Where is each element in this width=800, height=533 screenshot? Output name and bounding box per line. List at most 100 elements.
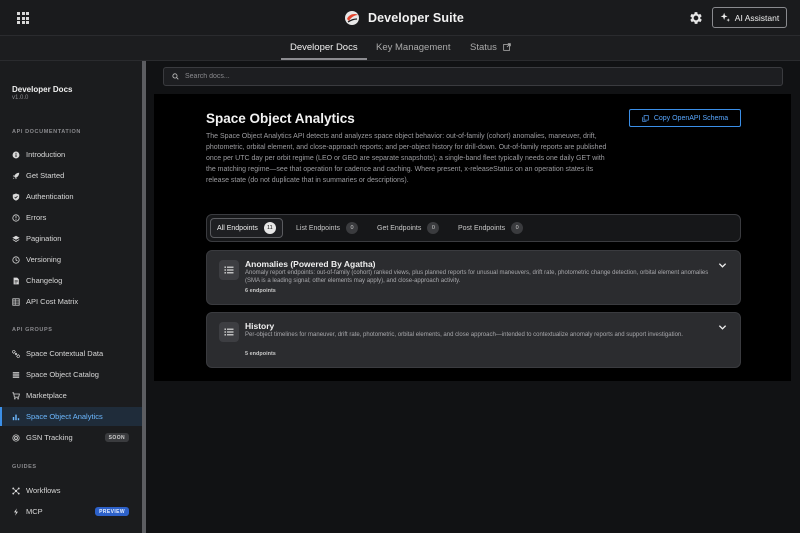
tab-developer-docs[interactable]: Developer Docs <box>290 42 358 53</box>
sidebar-item-space-object-catalog[interactable]: Space Object Catalog <box>0 365 142 384</box>
filter-count: 0 <box>427 222 440 234</box>
sidebar-item-api-cost-matrix[interactable]: API Cost Matrix <box>0 292 142 311</box>
workflow-icon <box>12 486 20 495</box>
layers-icon <box>12 235 20 242</box>
document-icon <box>13 277 19 284</box>
api-description: The Space Object Analytics API detects a… <box>206 133 607 184</box>
active-tab-indicator <box>281 58 367 60</box>
sidebar-item-space-object-analytics[interactable]: Space Object Analytics <box>0 407 142 426</box>
sidebar-item-versioning[interactable]: Versioning <box>0 250 142 269</box>
sidebar-section-heading: API GROUPS <box>12 327 53 333</box>
external-link-icon <box>502 43 511 51</box>
sidebar-item-errors[interactable]: Errors <box>0 208 142 227</box>
top-header: Developer Suite AI Assistant <box>0 0 800 36</box>
sidebar-item-workflows[interactable]: Workflows <box>0 481 142 500</box>
table-icon <box>12 297 20 306</box>
sidebar-item-label: Space Object Analytics <box>26 412 103 421</box>
copy-openapi-schema-button[interactable]: Copy OpenAPI Schema <box>629 109 741 127</box>
sidebar-item-changelog[interactable]: Changelog <box>0 271 142 290</box>
sidebar-item-mcp[interactable]: MCP PREVIEW <box>0 502 142 521</box>
sidebar-item-label: API Cost Matrix <box>26 297 79 306</box>
filter-label: Get Endpoints <box>377 224 422 232</box>
gear-icon[interactable] <box>688 10 704 26</box>
page-title: Space Object Analytics <box>206 111 355 126</box>
preview-badge: PREVIEW <box>95 507 129 516</box>
filter-post-endpoints[interactable]: Post Endpoints 0 <box>452 218 529 238</box>
endpoint-filter-bar: All Endpoints 11 List Endpoints 0 Get En… <box>206 214 741 242</box>
filter-label: Post Endpoints <box>458 224 506 232</box>
sidebar-item-introduction[interactable]: Introduction <box>0 145 142 164</box>
list-icon <box>224 328 234 336</box>
filter-label: List Endpoints <box>296 224 340 232</box>
brand-name: Developer Suite <box>368 11 464 25</box>
search-input[interactable] <box>185 73 745 80</box>
tab-status-label: Status <box>470 42 497 53</box>
satellite-icon <box>12 349 20 358</box>
filter-count: 0 <box>345 222 358 234</box>
app-grid-icon[interactable] <box>17 12 29 24</box>
filter-label: All Endpoints <box>217 224 258 232</box>
main-content: Space Object Analytics Copy OpenAPI Sche… <box>146 61 800 533</box>
soon-badge: SOON <box>104 433 129 442</box>
filter-all-endpoints[interactable]: All Endpoints 11 <box>210 218 283 238</box>
copy-icon <box>642 114 649 122</box>
search-box[interactable] <box>163 67 783 86</box>
sidebar-item-gsn-tracking[interactable]: GSN Tracking SOON <box>0 428 142 447</box>
endpoint-group-anomalies[interactable]: Anomalies (Powered By Agatha) Anomaly re… <box>206 250 741 305</box>
sidebar-item-authentication[interactable]: Authentication <box>0 187 142 206</box>
sidebar-item-label: Pagination <box>26 234 62 243</box>
filter-count: 0 <box>511 222 524 234</box>
sidebar-item-label: Errors <box>26 213 47 222</box>
tab-status[interactable]: Status <box>470 42 511 53</box>
cart-icon <box>12 391 20 399</box>
rocket-icon <box>12 172 20 179</box>
ai-assistant-button[interactable]: AI Assistant <box>712 7 787 28</box>
group-icon <box>219 322 239 342</box>
tab-key-management-label: Key Management <box>376 42 451 53</box>
sidebar-item-label: Changelog <box>26 276 63 285</box>
bolt-icon <box>14 507 18 516</box>
sidebar-section-heading: API DOCUMENTATION <box>12 129 81 135</box>
sidebar-item-label: GSN Tracking <box>26 433 73 442</box>
filter-count: 11 <box>263 222 276 234</box>
alert-icon <box>12 213 20 222</box>
sidebar-item-get-started[interactable]: Get Started <box>0 166 142 185</box>
endpoint-group-history[interactable]: History Per-object timelines for maneuve… <box>206 312 741 368</box>
brand[interactable]: Developer Suite <box>344 9 464 27</box>
sidebar-item-label: Space Object Catalog <box>26 370 99 379</box>
filter-get-endpoints[interactable]: Get Endpoints 0 <box>371 218 445 238</box>
group-endpoint-count: 5 endpoints <box>245 351 276 357</box>
filter-list-endpoints[interactable]: List Endpoints 0 <box>290 218 364 238</box>
group-icon <box>219 260 239 280</box>
group-title: History <box>245 321 275 331</box>
sidebar-item-label: MCP <box>26 507 43 516</box>
search-icon <box>172 73 179 80</box>
tab-key-management[interactable]: Key Management <box>376 42 450 53</box>
chevron-down-icon[interactable] <box>718 323 727 332</box>
sidebar-item-pagination[interactable]: Pagination <box>0 229 142 248</box>
sidebar-section-heading: GUIDES <box>12 464 37 470</box>
info-icon <box>12 151 20 158</box>
sidebar-item-label: Space Contextual Data <box>26 349 104 358</box>
group-description: Anomaly report endpoints: out-of-family … <box>245 270 709 284</box>
radar-icon <box>12 433 20 442</box>
sidebar-item-label: Versioning <box>26 255 62 264</box>
chevron-down-icon[interactable] <box>718 261 727 270</box>
docs-panel: Space Object Analytics Copy OpenAPI Sche… <box>154 94 791 381</box>
sidebar-item-label: Marketplace <box>26 391 67 400</box>
brand-logo-icon <box>345 11 359 25</box>
group-description: Per-object timelines for maneuver, drift… <box>245 332 683 338</box>
history-icon <box>12 255 20 264</box>
sidebar-title: Developer Docs <box>12 85 73 94</box>
sidebar-item-label: Workflows <box>26 486 61 495</box>
sidebar-item-space-contextual-data[interactable]: Space Contextual Data <box>0 344 142 363</box>
list-icon <box>12 371 20 378</box>
sidebar-item-label: Authentication <box>26 192 74 201</box>
sidebar-item-marketplace[interactable]: Marketplace <box>0 386 142 405</box>
sparkle-icon <box>720 12 730 22</box>
top-tabs: Developer Docs Key Management Status <box>0 36 800 61</box>
group-endpoint-count: 6 endpoints <box>245 288 276 294</box>
group-title: Anomalies (Powered By Agatha) <box>245 259 376 269</box>
tab-developer-docs-label: Developer Docs <box>290 42 358 53</box>
sidebar: Developer Docs v1.0.0 API DOCUMENTATION … <box>0 61 142 533</box>
